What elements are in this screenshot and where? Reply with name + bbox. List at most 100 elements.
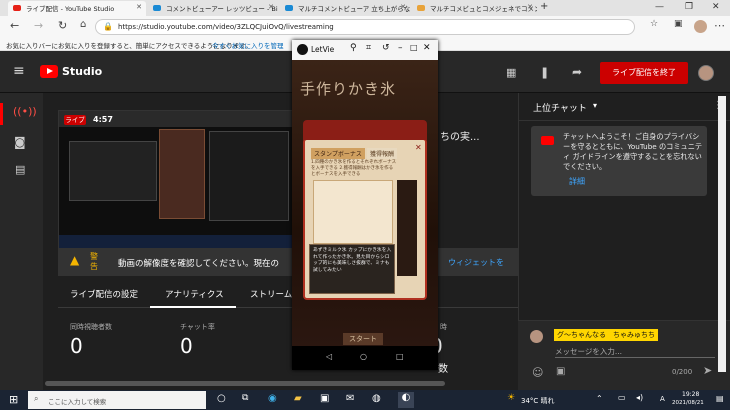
browser-tab-comegene[interactable]: マルチコメビュとコメジェネでコメント表 ✕ [412,1,537,16]
close-tab-icon[interactable]: ✕ [400,3,406,11]
close-tab-icon[interactable]: ✕ [527,3,533,11]
warning-label: 警告 [90,252,98,271]
recents-nav-icon[interactable]: □ [396,352,404,361]
warning-text: 動画の解像度を確認してください。現在の [118,259,279,269]
super-chat-icon[interactable]: ▣ [556,366,565,377]
clapperboard-icon[interactable]: ▦ [506,66,516,79]
tab-gained-rewards[interactable]: 獲得報酬 [367,148,398,159]
forward-icon[interactable]: → [34,19,43,32]
letview-taskbar-icon[interactable]: ◐ [398,392,414,408]
pin-icon[interactable]: ⚲ [350,43,357,53]
close-icon[interactable]: ✕ [423,43,431,53]
page-favicon-icon [285,5,293,11]
favorites-star-icon[interactable]: ☆ [650,19,658,29]
chat-details-link[interactable]: 詳細 [569,176,585,187]
crop-icon[interactable]: ⌗ [366,43,371,53]
active-tab-underline [150,306,236,308]
volume-icon[interactable]: ◂) [636,393,643,402]
left-sidebar: ((•)) ◙ ▤ [0,93,43,390]
stat-label-fragment: 時 [440,323,447,331]
clock-date[interactable]: 2021/08/21 [672,400,704,406]
widget-link[interactable]: ウィジェットを [448,257,504,268]
chat-scrollbar[interactable] [718,96,726,372]
letview-logo-icon [297,44,308,55]
profile-avatar[interactable] [694,20,707,33]
edge-icon[interactable]: ◉ [268,393,277,404]
tab-analytics[interactable]: アナリティクス [165,288,224,300]
maximize-window-icon[interactable]: ❐ [685,2,693,12]
shaved-ice-grid[interactable] [313,180,393,244]
more-menu-icon[interactable]: ⋯ [714,19,725,32]
task-view-icon[interactable]: ⧉ [242,393,248,403]
maximize-icon[interactable]: □ [410,43,418,52]
minimize-icon[interactable]: – [398,43,403,53]
close-window-icon[interactable]: ✕ [712,2,720,12]
close-tab-icon[interactable]: ✕ [136,3,142,11]
home-icon[interactable]: ⌂ [80,19,86,30]
obs-icon[interactable]: ◍ [372,393,381,404]
chat-welcome-card: チャットへようこそ！ご自身のプライバシーを守るとともに、YouTube のコミュ… [531,126,707,196]
chevron-down-icon[interactable]: ▾ [593,101,597,110]
new-tab-button[interactable]: + [540,1,548,12]
tab-stamp-bonus[interactable]: スタンプボーナス [311,148,365,159]
collections-icon[interactable]: ▣ [674,19,683,29]
calendar-icon[interactable]: ▤ [15,163,25,176]
screen: ライブ配信 - YouTube Studio ✕ コメントビューアー レッツビュ… [0,0,730,410]
emoji-icon[interactable]: ☺ [532,366,543,379]
notification-icon[interactable]: ▤ [716,394,724,403]
network-icon[interactable]: ▭ [618,393,626,402]
chat-message-input[interactable]: メッセージを入力... [555,346,622,357]
start-button[interactable]: スタート [343,333,383,345]
concurrent-viewers-label: 同時視聴者数 [70,323,112,331]
hamburger-menu-icon[interactable]: ≡ [13,63,25,79]
home-nav-icon[interactable]: ○ [360,352,367,361]
back-icon[interactable]: ← [10,19,19,32]
cortana-icon[interactable]: ○ [217,393,226,404]
bookmark-icon[interactable]: ❚ [540,66,549,79]
share-icon[interactable]: ➦ [572,65,582,79]
file-explorer-icon[interactable]: ▰ [294,393,302,404]
horizontal-scrollbar[interactable] [45,381,445,386]
url-text: https://studio.youtube.com/video/3ZLQCJu… [118,23,334,31]
preview-game-window [159,129,205,219]
youtube-favicon-icon [13,5,21,11]
send-icon[interactable]: ➤ [703,364,712,377]
manage-favorites-link[interactable]: 今すぐお気に入りを管理 [212,40,284,50]
address-bar[interactable]: 🔒 https://studio.youtube.com/video/3ZLQC… [95,19,635,35]
page-favicon-icon [417,5,425,11]
browser-tab-multi-comment[interactable]: マルチコメントビューア 立ち上がらない ✕ [280,1,410,16]
minimize-window-icon[interactable]: — [655,2,664,12]
back-nav-icon[interactable]: ◁ [326,352,332,361]
weather-text[interactable]: 34°C 晴れ [521,396,555,406]
clock-time[interactable]: 19:28 [682,391,699,398]
camera-icon[interactable]: ◙ [14,135,26,149]
stream-preview[interactable]: ライブ 4:57 [58,110,293,250]
windows-start-icon[interactable]: ⊞ [9,393,18,406]
browser-tab-bar: ライブ配信 - YouTube Studio ✕ コメントビューアー レッツビュ… [0,0,730,16]
search-icon: ⌕ [34,394,39,403]
ime-indicator[interactable]: A [660,395,665,403]
youtube-logo-icon[interactable] [40,65,58,78]
preview-chat-panel [209,131,289,221]
tab-label: マルチコメビュとコメジェネでコメント表 [430,5,537,13]
browser-tab-youtube-studio[interactable]: ライブ配信 - YouTube Studio ✕ [8,1,146,16]
live-broadcast-icon[interactable]: ((•)) [13,105,37,118]
chat-mode-label[interactable]: 上位チャット [533,101,587,114]
mail-icon[interactable]: ✉ [346,393,354,404]
browser-tab-bing[interactable]: コメントビューアー レッツビュー - Bing ✕ [148,1,278,16]
tab-stream-settings[interactable]: ライブ配信の設定 [70,288,138,300]
warning-banner: ▲ 警告 動画の解像度を確認してください。現在の ウィジェットを [58,248,518,276]
tray-chevron-icon[interactable]: ⌃ [596,394,603,403]
youtube-icon [541,136,554,145]
end-stream-button[interactable]: ライブ配信を終了 [600,62,688,84]
close-tab-icon[interactable]: ✕ [268,3,274,11]
refresh-icon[interactable]: ↻ [58,19,67,32]
close-card-icon[interactable]: ✕ [415,143,422,152]
store-icon[interactable]: ▣ [320,393,329,404]
taskbar-search[interactable]: ⌕ ここに入力して検索 [28,391,206,409]
rotate-icon[interactable]: ↺ [382,43,390,53]
channel-avatar[interactable] [698,65,714,81]
preview-thumbnail-panel [69,141,157,201]
chat-rate-value: 0 [180,334,193,358]
studio-logo-text: Studio [62,65,103,78]
